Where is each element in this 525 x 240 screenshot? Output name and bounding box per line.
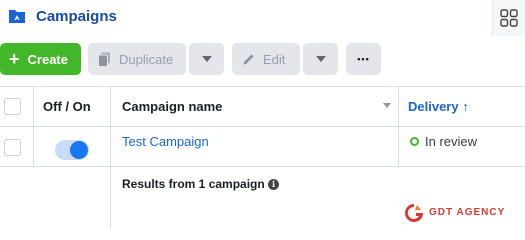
select-all-checkbox[interactable]	[4, 98, 21, 115]
create-button[interactable]: + Create	[0, 43, 81, 75]
column-header-off-on[interactable]: Off / On	[43, 99, 91, 114]
table-divider	[0, 166, 525, 167]
toggle-knob	[70, 141, 88, 159]
plus-icon: +	[9, 49, 20, 69]
chevron-down-icon	[315, 56, 326, 62]
create-label: Create	[27, 51, 68, 67]
column-divider	[110, 86, 111, 229]
column-header-delivery[interactable]: Delivery ↑	[408, 99, 469, 114]
column-header-campaign-name[interactable]: Campaign name	[122, 99, 222, 114]
duplicate-button[interactable]: Duplicate	[88, 43, 186, 75]
pencil-icon	[243, 54, 254, 65]
status-dot-icon	[410, 137, 419, 146]
duplicate-icon	[98, 52, 110, 67]
page-header: Campaigns	[0, 0, 525, 36]
duplicate-dropdown-button[interactable]	[189, 43, 224, 75]
info-icon[interactable]: i	[268, 179, 279, 190]
column-divider	[398, 86, 399, 166]
campaign-toggle[interactable]	[55, 140, 89, 160]
more-icon: •••	[357, 54, 370, 64]
row-checkbox[interactable]	[4, 139, 21, 156]
chevron-down-icon	[201, 56, 212, 62]
duplicate-label: Duplicate	[119, 51, 174, 67]
watermark-text: GDT AGENCY	[429, 207, 506, 218]
view-toggle-button[interactable]	[492, 0, 525, 36]
edit-dropdown-button[interactable]	[303, 43, 338, 75]
chevron-down-icon[interactable]	[383, 103, 391, 108]
delivery-status: In review	[425, 134, 478, 149]
watermark-logo-icon	[405, 204, 423, 222]
folder-icon	[9, 10, 25, 23]
edit-button[interactable]: Edit	[232, 43, 300, 75]
results-summary: Results from 1 campaign	[122, 177, 265, 191]
watermark: GDT AGENCY	[403, 200, 523, 226]
more-options-button[interactable]: •••	[346, 43, 381, 75]
edit-label: Edit	[263, 51, 286, 67]
campaign-name-link[interactable]: Test Campaign	[122, 134, 209, 149]
table-divider	[0, 86, 525, 87]
toolbar: + Create Duplicate Edit •••	[0, 43, 525, 76]
page-title: Campaigns	[36, 8, 117, 25]
table-divider	[0, 126, 525, 127]
grid-view-icon	[500, 9, 518, 27]
column-divider	[33, 86, 34, 166]
